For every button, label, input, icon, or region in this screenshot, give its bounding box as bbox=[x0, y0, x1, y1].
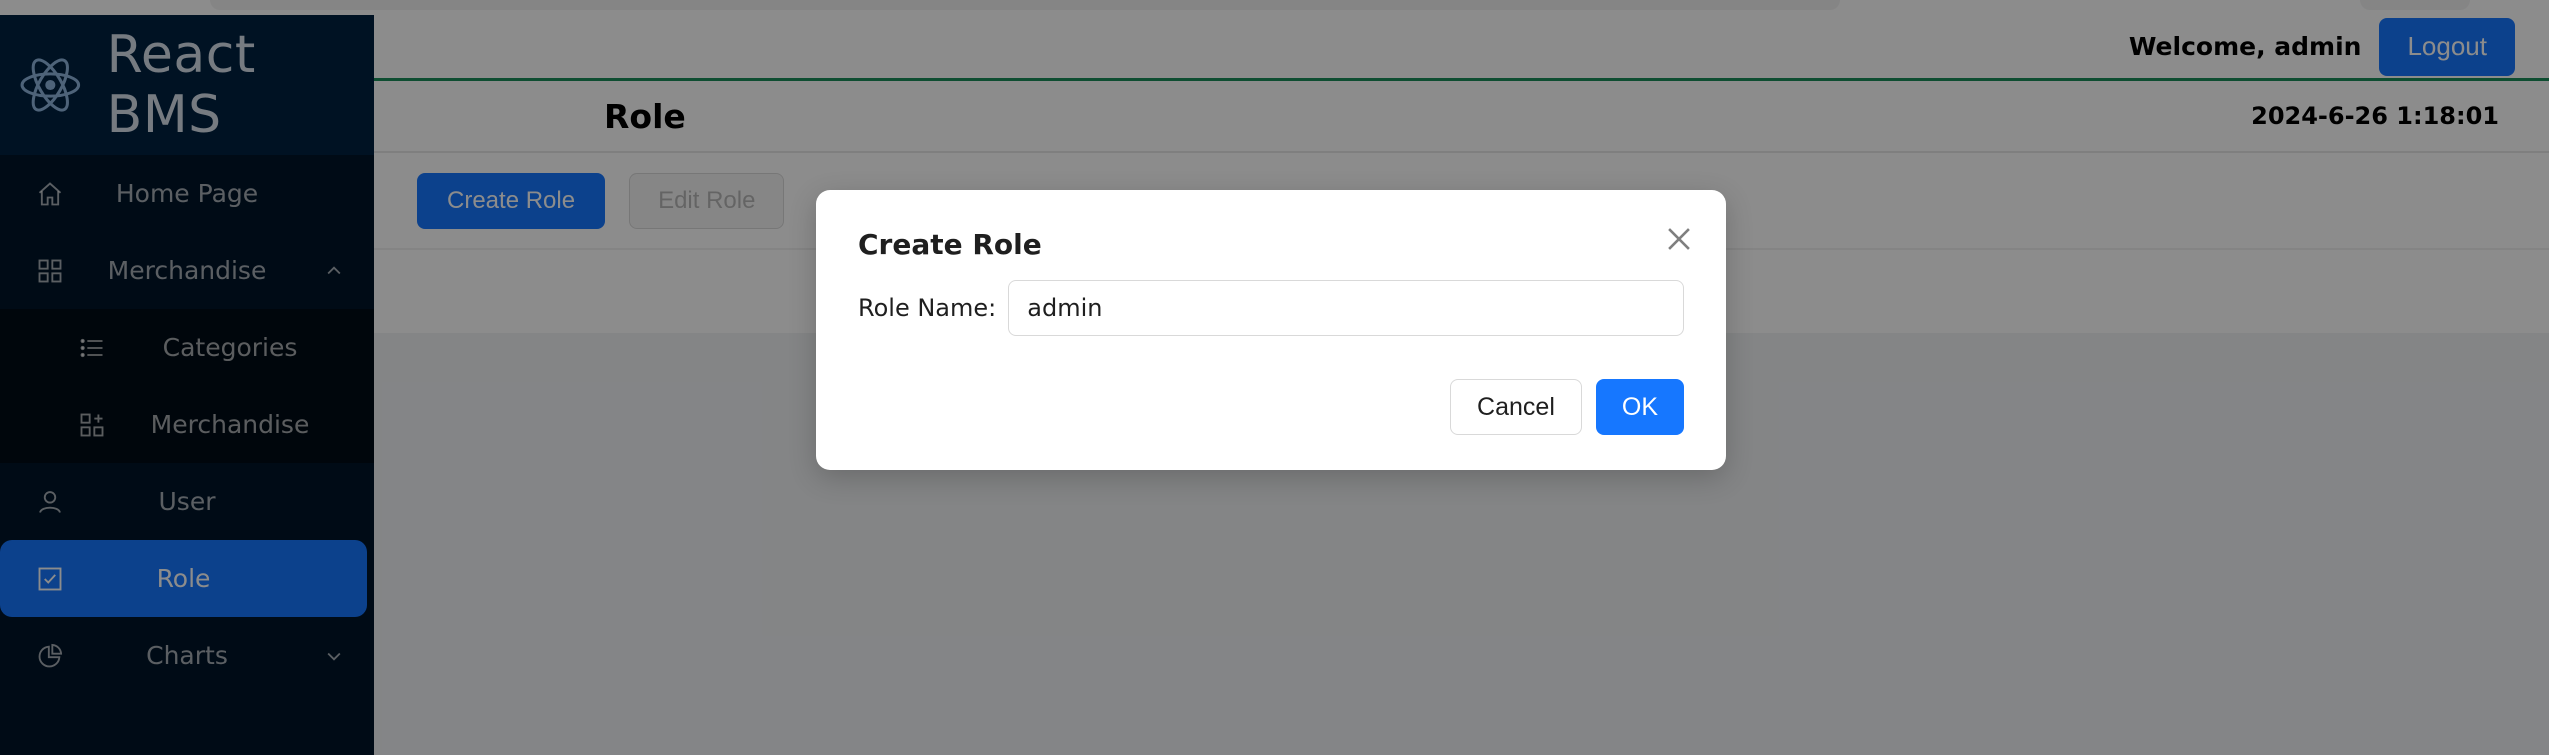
role-name-form-item: Role Name: bbox=[858, 280, 1684, 336]
modal-title: Create Role bbox=[858, 228, 1042, 261]
close-icon[interactable] bbox=[1662, 222, 1696, 256]
cancel-button[interactable]: Cancel bbox=[1450, 379, 1582, 435]
modal-footer: Cancel OK bbox=[1450, 379, 1684, 435]
ok-button[interactable]: OK bbox=[1595, 379, 1684, 435]
role-name-input[interactable] bbox=[1008, 280, 1684, 336]
create-role-modal: Create Role Role Name: Cancel OK bbox=[816, 190, 1726, 470]
role-name-label: Role Name: bbox=[858, 294, 997, 322]
